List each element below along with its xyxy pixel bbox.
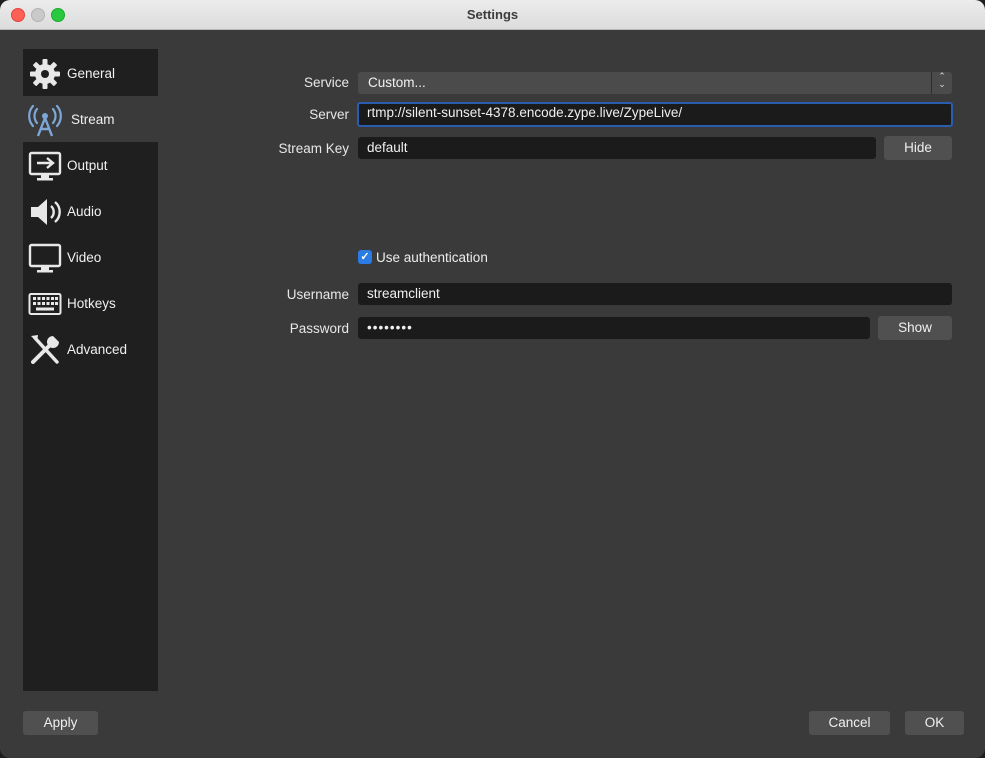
sidebar-item-video[interactable]: Video: [23, 234, 158, 280]
gear-icon: [30, 59, 60, 89]
speaker-icon: [31, 199, 61, 225]
stream-key-label: Stream Key: [278, 141, 349, 156]
server-input[interactable]: rtmp://silent-sunset-4378.encode.zype.li…: [357, 102, 953, 127]
hide-key-button[interactable]: Hide: [884, 136, 952, 160]
use-authentication-checkbox[interactable]: ✓: [358, 250, 372, 264]
use-authentication-label: Use authentication: [376, 250, 488, 265]
sidebar-item-audio[interactable]: Audio: [23, 188, 158, 234]
apply-button[interactable]: Apply: [23, 711, 98, 735]
settings-window: Settings General Stream Output Audio Vid…: [0, 0, 985, 758]
server-label: Server: [309, 107, 349, 122]
antenna-icon: [28, 104, 62, 137]
cancel-button[interactable]: Cancel: [809, 711, 890, 735]
monitor-icon: [28, 243, 62, 273]
output-icon: [28, 151, 62, 181]
service-value: Custom...: [368, 75, 426, 90]
tools-icon: [31, 335, 59, 364]
password-label: Password: [289, 321, 349, 336]
username-input[interactable]: streamclient: [358, 283, 952, 305]
keyboard-icon: [28, 293, 62, 315]
sidebar-item-label: Video: [67, 249, 102, 265]
chevron-updown-icon: ⌃ ⌄: [931, 72, 952, 94]
sidebar-item-stream[interactable]: Stream: [23, 96, 158, 142]
stream-key-input[interactable]: default: [358, 137, 876, 159]
username-label: Username: [286, 287, 349, 302]
password-input[interactable]: ••••••••: [358, 317, 870, 339]
sidebar-item-advanced[interactable]: Advanced: [23, 326, 158, 372]
sidebar-item-label: Output: [67, 157, 108, 173]
sidebar-item-output[interactable]: Output: [23, 142, 158, 188]
title-bar: Settings: [0, 0, 985, 30]
sidebar-item-general[interactable]: General: [23, 50, 158, 96]
ok-button[interactable]: OK: [905, 711, 964, 735]
sidebar-item-label: Stream: [71, 111, 115, 127]
sidebar-item-label: Hotkeys: [67, 295, 116, 311]
sidebar-item-label: Audio: [67, 203, 102, 219]
service-label: Service: [303, 75, 349, 90]
show-password-button[interactable]: Show: [878, 316, 952, 340]
sidebar-item-label: General: [67, 65, 116, 81]
sidebar-item-label: Advanced: [67, 341, 128, 357]
window-title: Settings: [466, 7, 519, 22]
service-select[interactable]: Custom... ⌃ ⌄: [358, 72, 952, 94]
sidebar-item-hotkeys[interactable]: Hotkeys: [23, 280, 158, 326]
settings-sidebar: General Stream Output Audio Video Hotkey…: [23, 49, 158, 691]
